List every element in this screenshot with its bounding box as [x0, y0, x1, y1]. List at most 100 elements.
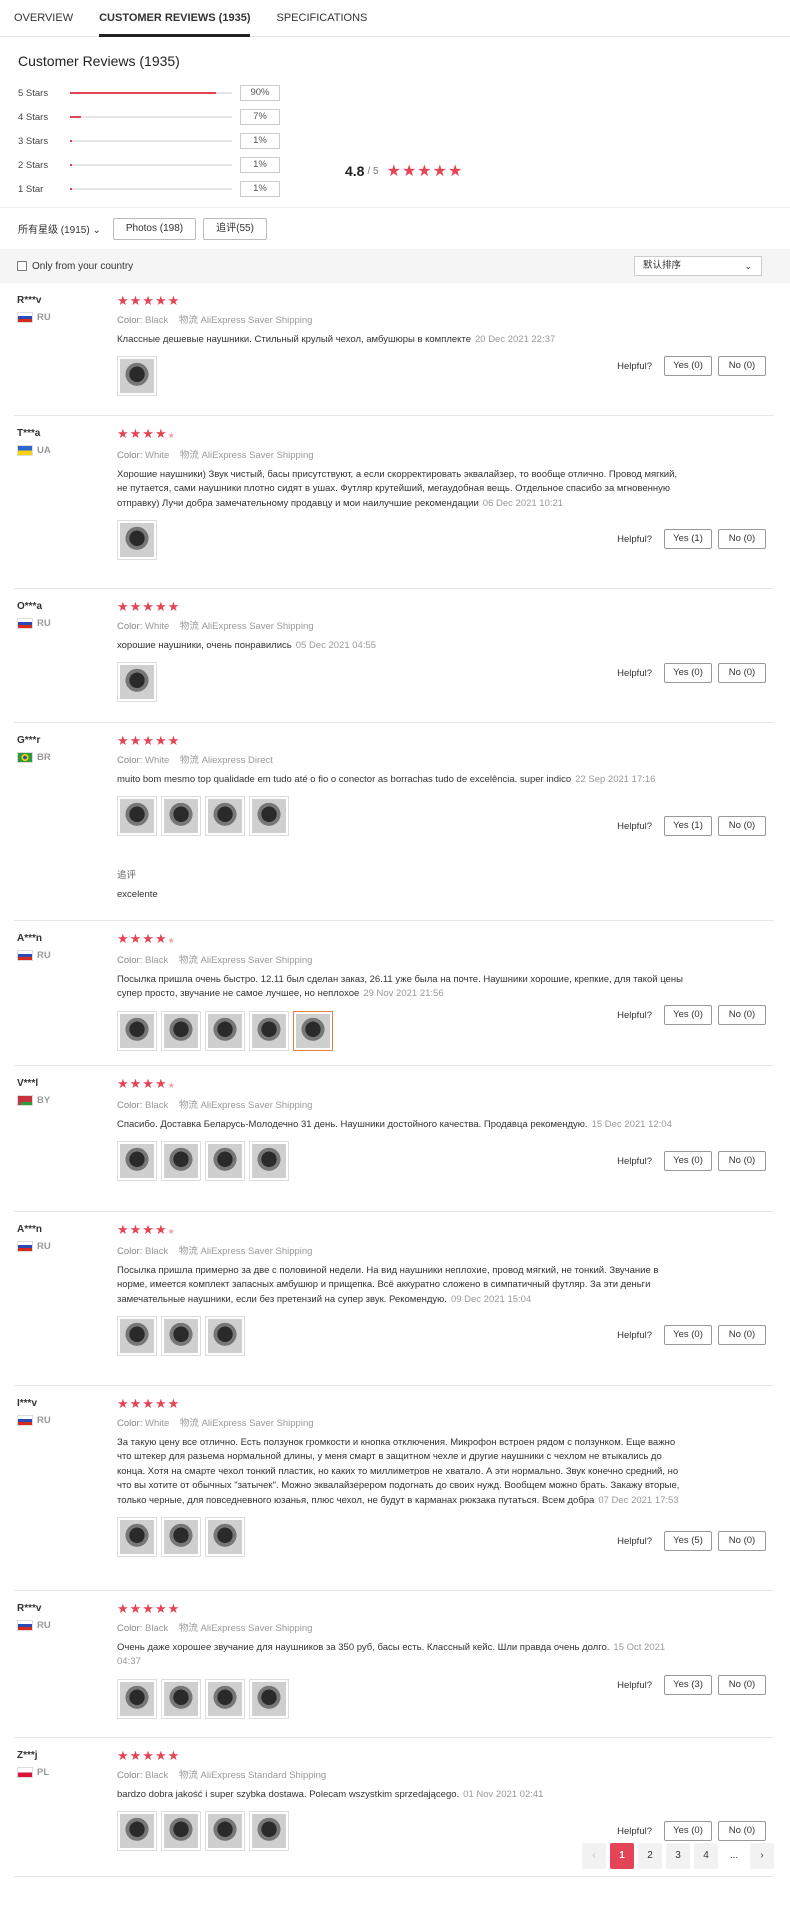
- helpful-no-button[interactable]: No (0): [718, 356, 766, 376]
- next-page-button[interactable]: ›: [750, 1843, 774, 1869]
- followup-filter-button[interactable]: 追评(55): [203, 217, 267, 240]
- review-photo-thumbnail[interactable]: [205, 1141, 245, 1182]
- rating-distribution-row[interactable]: 4 Stars 7%: [18, 105, 772, 129]
- helpful-yes-button[interactable]: Yes (1): [664, 529, 712, 549]
- helpful-yes-button[interactable]: Yes (0): [664, 356, 712, 376]
- review-photo-thumbnail[interactable]: [205, 1678, 245, 1719]
- review-photo-thumbnail[interactable]: [161, 1010, 201, 1051]
- helpful-no-button[interactable]: No (0): [718, 1675, 766, 1695]
- review-body: ★★★★★ Color: White 物流 AliExpress Saver S…: [117, 427, 697, 561]
- review-photo-thumbnail[interactable]: [117, 356, 157, 397]
- helpful-yes-button[interactable]: Yes (0): [664, 1005, 712, 1025]
- review-stars-icon: ★★★★★: [117, 1601, 181, 1616]
- review-item: A***n RU ★★★★★ Color: Black 物流 AliExpres…: [0, 921, 790, 1066]
- country-flag-icon: [17, 1415, 33, 1426]
- review-photo-thumbnail[interactable]: [117, 1010, 157, 1051]
- review-photo-thumbnail[interactable]: [249, 1141, 289, 1182]
- country-flag-icon: [17, 618, 33, 629]
- color-value: White: [144, 1418, 170, 1429]
- only-country-checkbox[interactable]: Only from your country: [17, 261, 133, 272]
- earphones-photo: [252, 1681, 286, 1716]
- review-photos: [117, 1010, 697, 1051]
- review-text: За такую цену все отлично. Есть ползунок…: [117, 1436, 687, 1508]
- tab-specifications[interactable]: SPECIFICATIONS: [276, 0, 367, 36]
- tab-customer-reviews[interactable]: CUSTOMER REVIEWS (1935): [99, 0, 251, 37]
- rating-bar-fill: [70, 140, 73, 142]
- rating-summary: Customer Reviews (1935) 5 Stars 90% 4 Star…: [0, 37, 790, 207]
- shipping-method: AliExpress Saver Shipping: [201, 1418, 314, 1429]
- review-photo-thumbnail[interactable]: [161, 1811, 201, 1852]
- review-photo-thumbnail[interactable]: [117, 796, 157, 837]
- helpful-yes-button[interactable]: Yes (3): [664, 1675, 712, 1695]
- chevron-down-icon: ⌄: [92, 225, 101, 236]
- logistics-label: 物流: [179, 450, 199, 461]
- review-photo-thumbnail[interactable]: [205, 1517, 245, 1558]
- review-photo-thumbnail[interactable]: [117, 1316, 157, 1357]
- helpful-no-button[interactable]: No (0): [718, 1821, 766, 1841]
- color-value: Black: [144, 1246, 169, 1257]
- helpful-vote: Helpful? Yes (0) No (0): [617, 1821, 766, 1841]
- helpful-yes-button[interactable]: Yes (0): [664, 1821, 712, 1841]
- review-item: V***l BY ★★★★★ Color: Black 物流 AliExpres…: [0, 1066, 790, 1212]
- review-photo-thumbnail[interactable]: [249, 796, 289, 837]
- helpful-yes-button[interactable]: Yes (5): [664, 1531, 712, 1551]
- helpful-no-button[interactable]: No (0): [718, 529, 766, 549]
- review-photo-thumbnail[interactable]: [205, 796, 245, 837]
- helpful-yes-button[interactable]: Yes (0): [664, 663, 712, 683]
- review-photo-thumbnail[interactable]: [117, 1811, 157, 1852]
- review-photo-thumbnail[interactable]: [205, 1010, 245, 1051]
- review-photo-thumbnail[interactable]: [249, 1010, 289, 1051]
- reviewer-country: RU: [17, 1241, 51, 1252]
- review-photo-thumbnail[interactable]: [205, 1811, 245, 1852]
- reviewer-name: I***v: [17, 1398, 38, 1409]
- helpful-no-button[interactable]: No (0): [718, 1151, 766, 1171]
- helpful-yes-button[interactable]: Yes (0): [664, 1151, 712, 1171]
- helpful-no-button[interactable]: No (0): [718, 663, 766, 683]
- rating-distribution-row[interactable]: 5 Stars 90%: [18, 81, 772, 105]
- earphones-photo: [252, 1814, 286, 1849]
- earphones-photo: [208, 1319, 242, 1354]
- rating-percent: 1%: [240, 133, 280, 149]
- review-photo-thumbnail[interactable]: [161, 1678, 201, 1719]
- helpful-no-button[interactable]: No (0): [718, 1005, 766, 1025]
- reviews-title: Customer Reviews (1935): [18, 53, 180, 69]
- earphones-photo: [296, 1013, 330, 1048]
- review-content: Очень даже хорошее звучание для наушнико…: [117, 1642, 610, 1653]
- helpful-yes-button[interactable]: Yes (0): [664, 1325, 712, 1345]
- rating-distribution-row[interactable]: 3 Stars 1%: [18, 129, 772, 153]
- checkbox-icon[interactable]: [17, 261, 27, 271]
- review-photo-thumbnail[interactable]: [249, 1678, 289, 1719]
- review-photo-thumbnail[interactable]: [205, 1316, 245, 1357]
- color-label: Color:: [117, 955, 143, 966]
- country-code: UA: [37, 445, 51, 456]
- helpful-no-button[interactable]: No (0): [718, 1325, 766, 1345]
- review-photo-thumbnail[interactable]: [249, 1811, 289, 1852]
- all-ratings-dropdown[interactable]: 所有星级 (1915) ⌄: [18, 221, 101, 236]
- review-photo-thumbnail[interactable]: [117, 1678, 157, 1719]
- review-photo-thumbnail[interactable]: [293, 1010, 333, 1051]
- review-photo-thumbnail[interactable]: [161, 796, 201, 837]
- helpful-vote: Helpful? Yes (0) No (0): [617, 1325, 766, 1345]
- page-button[interactable]: 1: [610, 1843, 634, 1869]
- page-button[interactable]: 3: [666, 1843, 690, 1869]
- tab-overview[interactable]: OVERVIEW: [14, 0, 73, 36]
- review-meta: Color: Black 物流 AliExpress Saver Shippin…: [117, 1097, 697, 1111]
- helpful-yes-button[interactable]: Yes (1): [664, 816, 712, 836]
- helpful-no-button[interactable]: No (0): [718, 816, 766, 836]
- sort-select[interactable]: 默认排序 ⌄: [634, 256, 762, 276]
- page-button[interactable]: 4: [694, 1843, 718, 1869]
- helpful-vote: Helpful? Yes (0) No (0): [617, 356, 766, 376]
- review-photo-thumbnail[interactable]: [161, 1517, 201, 1558]
- helpful-no-button[interactable]: No (0): [718, 1531, 766, 1551]
- review-photo-thumbnail[interactable]: [117, 1141, 157, 1182]
- review-photo-thumbnail[interactable]: [161, 1316, 201, 1357]
- shipping-method: AliExpress Saver Shipping: [200, 1623, 313, 1634]
- review-photo-thumbnail[interactable]: [117, 1517, 157, 1558]
- prev-page-button[interactable]: ‹: [582, 1843, 606, 1869]
- reviewer-name: A***n: [17, 933, 43, 944]
- review-photo-thumbnail[interactable]: [117, 520, 157, 561]
- review-photo-thumbnail[interactable]: [117, 662, 157, 703]
- page-button[interactable]: 2: [638, 1843, 662, 1869]
- photos-filter-button[interactable]: Photos (198): [112, 217, 197, 240]
- review-photo-thumbnail[interactable]: [161, 1141, 201, 1182]
